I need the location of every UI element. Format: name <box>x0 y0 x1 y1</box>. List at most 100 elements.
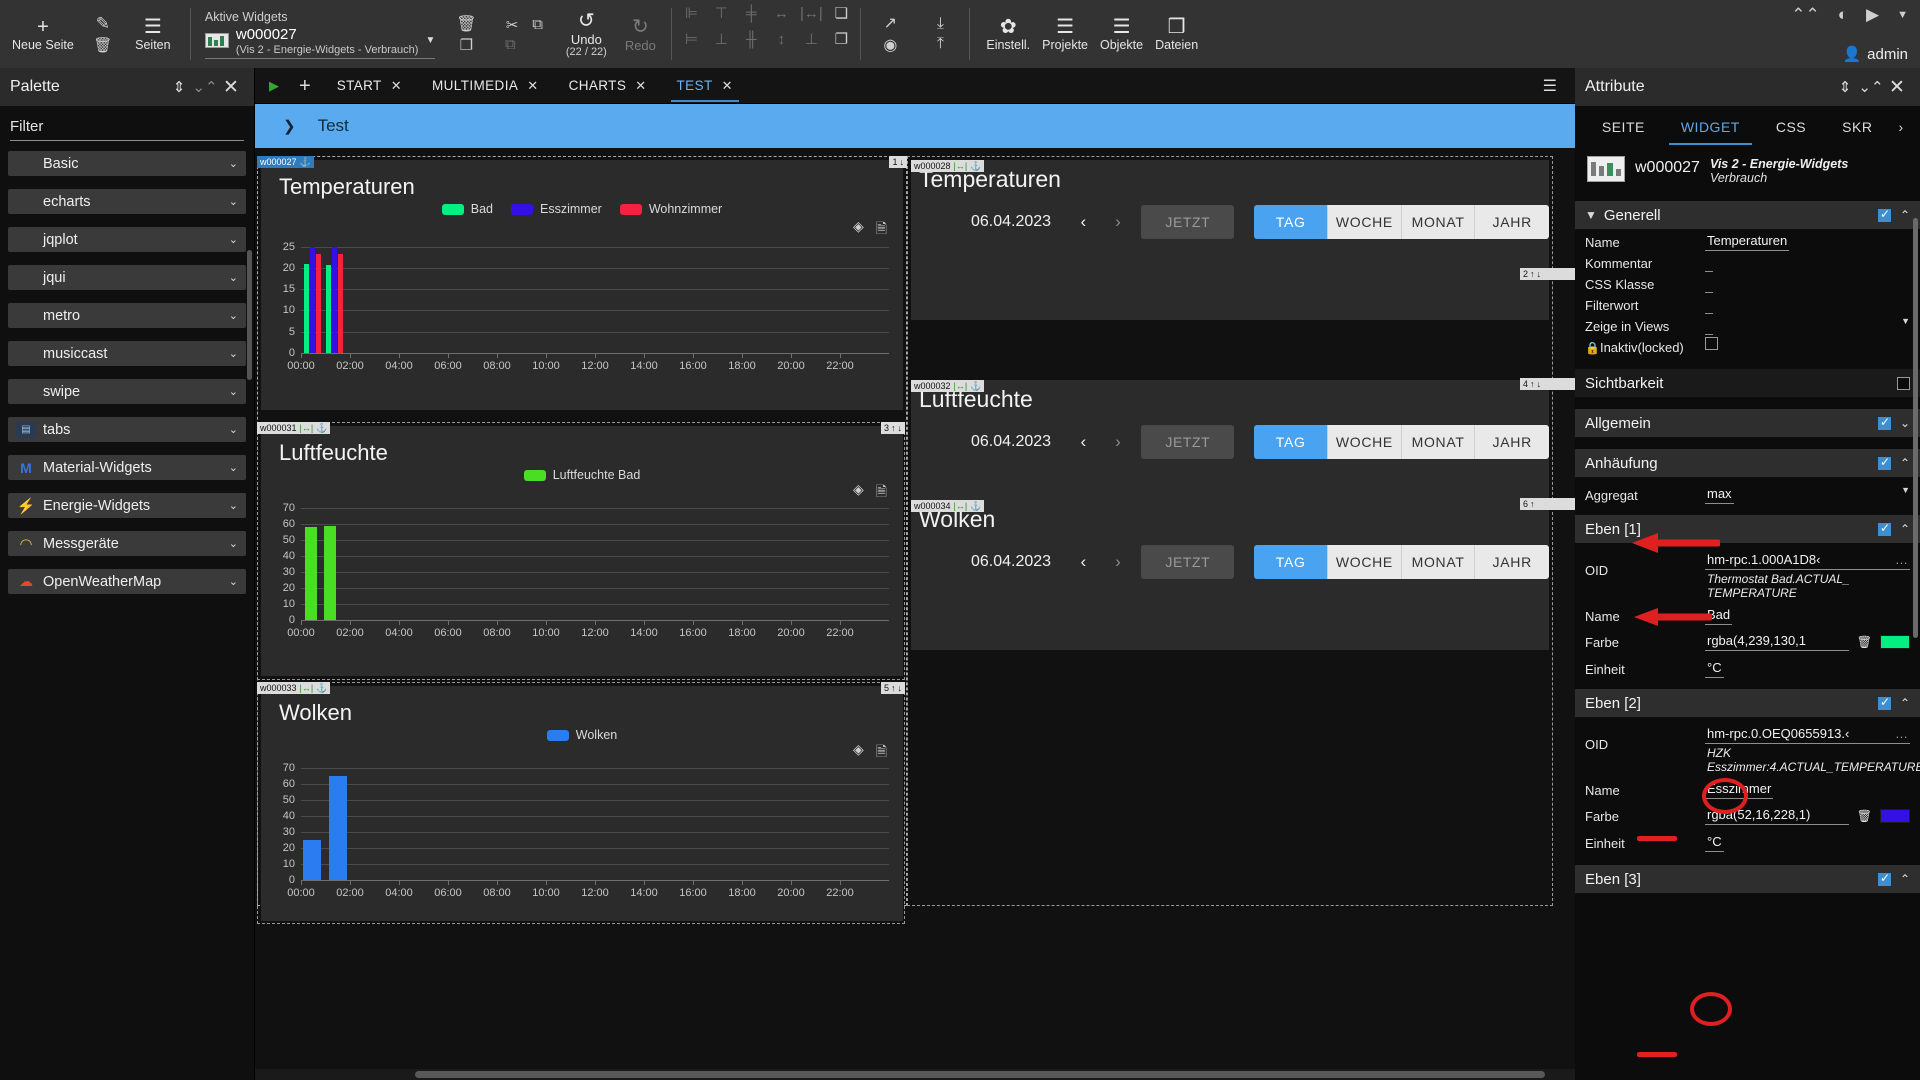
chevron-down-icon[interactable]: ▼ <box>1897 9 1908 21</box>
chevron-down-icon[interactable]: ⌄ <box>1900 416 1910 430</box>
chevron-up-icon[interactable]: ⌃ <box>1900 456 1910 470</box>
scrollbar-thumb[interactable] <box>415 1071 1545 1078</box>
filterwort-input[interactable] <box>1705 295 1713 314</box>
now-button[interactable]: JETZT <box>1141 425 1235 459</box>
color-swatch[interactable] <box>1880 634 1910 649</box>
widget-id-tag[interactable]: w000032 |↔| ⚓ <box>911 380 985 392</box>
range-jahr-button[interactable]: JAHR <box>1475 545 1549 579</box>
chevron-down-icon[interactable]: ⌄ <box>229 271 238 284</box>
palette-item-metro[interactable]: metro ⌄ <box>8 303 246 328</box>
widget-zorder-tag-w34[interactable]: 6 ↑ <box>1520 498 1575 510</box>
arrow-down-icon[interactable]: ↓ <box>900 157 905 167</box>
palette-item-openweathermap[interactable]: ☁ OpenWeatherMap ⌄ <box>8 569 246 594</box>
section-checkbox[interactable] <box>1877 207 1891 222</box>
import-icon[interactable]: ⤓ <box>937 15 944 33</box>
range-monat-button[interactable]: MONAT <box>1401 425 1476 459</box>
next-date-button[interactable]: › <box>1101 212 1136 232</box>
chevron-right-icon[interactable]: ❯ <box>283 117 296 135</box>
run-view-icon[interactable]: ▶ <box>261 78 287 94</box>
prev-date-button[interactable]: ‹ <box>1066 552 1101 572</box>
pencil-icon[interactable]: ✎ <box>96 14 110 34</box>
close-icon[interactable]: ✕ <box>527 78 538 94</box>
range-monat-button[interactable]: MONAT <box>1401 205 1476 239</box>
new-page-button[interactable]: + Neue Seite <box>6 15 80 54</box>
collapse-all-icon[interactable]: ⌄⌃ <box>192 78 218 96</box>
widget-zorder-tag[interactable]: 1 ↓ <box>889 156 907 168</box>
farbe-input[interactable]: rgba(52,16,228,1) <box>1705 806 1849 825</box>
palette-item-musiccast[interactable]: musiccast ⌄ <box>8 341 246 366</box>
widget-id-tag[interactable]: w000031 |↔| ⚓ <box>257 422 331 434</box>
widget-zorder-tag[interactable]: 3 ↑ ↓ <box>880 422 905 434</box>
range-jahr-button[interactable]: JAHR <box>1475 205 1549 239</box>
section-generell-header[interactable]: ▼ Generell ⌃ <box>1575 201 1920 229</box>
chevron-up-icon[interactable]: ⌃ <box>1900 208 1910 222</box>
section-eben-1-header[interactable]: Eben [1] ⌃ <box>1575 515 1920 543</box>
canvas-horizontal-scrollbar[interactable] <box>255 1069 1575 1080</box>
view-canvas[interactable]: ❯ Test w000027 ⚓ 1 ↓ Temperaturen ◈ 🗎 Ba… <box>255 104 1575 1080</box>
color-swatch[interactable] <box>1880 808 1910 823</box>
open-external-icon[interactable]: ↗ <box>884 13 897 33</box>
distribute-horizontal-icon[interactable]: ↔ <box>774 5 789 22</box>
chevron-down-icon[interactable]: ⌄ <box>229 537 238 550</box>
now-button[interactable]: JETZT <box>1141 205 1235 239</box>
projects-button[interactable]: ☰ Projekte <box>1036 15 1094 54</box>
range-tag-button[interactable]: TAG <box>1254 425 1329 459</box>
close-icon[interactable]: ✕ <box>218 76 244 99</box>
section-checkbox[interactable] <box>1897 376 1910 390</box>
pages-button[interactable]: ☰ Seiten <box>126 15 180 54</box>
einheit-input[interactable]: °C <box>1705 833 1724 852</box>
palette-item-basic[interactable]: Basic ⌄ <box>8 151 246 176</box>
widget-id-tag[interactable]: w000034 |↔| ⚓ <box>911 500 985 512</box>
collapse-toolbar-icon[interactable]: ⌃⌃ <box>1791 5 1820 25</box>
farbe-input[interactable]: rgba(4,239,130,1 <box>1705 632 1849 651</box>
oid-input[interactable]: hm-rpc.1.000A1D8‹ … <box>1705 551 1910 570</box>
einheit-input[interactable]: °C <box>1705 659 1724 678</box>
view-tab-multimedia[interactable]: MULTIMEDIA ✕ <box>418 68 553 104</box>
cut-icon[interactable]: ✂ <box>506 16 519 34</box>
range-woche-button[interactable]: WOCHE <box>1328 205 1402 239</box>
tab-css[interactable]: CSS <box>1758 109 1824 145</box>
widget-zorder-tag-w32[interactable]: 4 ↑ ↓ <box>1520 378 1575 390</box>
close-icon[interactable]: ✕ <box>1884 76 1910 99</box>
range-tag-button[interactable]: TAG <box>1254 545 1329 579</box>
run-icon[interactable]: ▶ <box>1866 5 1879 25</box>
objects-button[interactable]: ☰ Objekte <box>1094 15 1149 54</box>
prev-date-button[interactable]: ‹ <box>1066 212 1101 232</box>
widget-id-tag[interactable]: w000033 |↔| ⚓ <box>257 682 331 694</box>
palette-item-tabs[interactable]: ▤ tabs ⌄ <box>8 417 246 442</box>
aggregat-select[interactable]: ▼ max <box>1705 485 1910 504</box>
eben2-name-input[interactable]: Esszimmer <box>1705 780 1774 799</box>
user-menu[interactable]: 👤 admin <box>1842 45 1908 64</box>
expand-all-icon[interactable]: ⇕ <box>1832 78 1858 96</box>
palette-item-jqui[interactable]: jqui ⌄ <box>8 265 246 290</box>
view-tab-charts[interactable]: CHARTS ✕ <box>555 68 661 104</box>
oid-browse-button[interactable]: … <box>1889 726 1908 741</box>
chevron-down-icon[interactable]: ⌄ <box>229 461 238 474</box>
section-eben-2-header[interactable]: Eben [2] ⌃ <box>1575 689 1920 717</box>
chevron-up-icon[interactable]: ⌃ <box>1900 696 1910 710</box>
next-date-button[interactable]: › <box>1101 552 1136 572</box>
bring-to-front-icon[interactable]: ❏ <box>835 4 848 22</box>
collapse-all-icon[interactable]: ⌄⌃ <box>1858 78 1884 96</box>
widget-zorder-tag[interactable]: 5 ↑ ↓ <box>880 682 905 694</box>
chevron-down-icon[interactable]: ⌄ <box>229 157 238 170</box>
delete-widget-icon[interactable]: 🗑 <box>456 14 476 34</box>
range-jahr-button[interactable]: JAHR <box>1475 425 1549 459</box>
chevron-up-icon[interactable]: ⌃ <box>1900 872 1910 886</box>
palette-item-energie-widgets[interactable]: ⚡ Energie-Widgets ⌄ <box>8 493 246 518</box>
chevron-down-icon[interactable]: ⌄ <box>229 347 238 360</box>
palette-item-material-widgets[interactable]: M Material-Widgets ⌄ <box>8 455 246 480</box>
section-sichtbarkeit-header[interactable]: Sichtbarkeit <box>1575 369 1920 397</box>
settings-button[interactable]: ✿ Einstell. <box>980 15 1036 54</box>
expand-all-icon[interactable]: ⇕ <box>166 78 192 96</box>
files-button[interactable]: ❒ Dateien <box>1149 15 1204 54</box>
oid-input[interactable]: hm-rpc.0.OEQ0655913.‹ … <box>1705 725 1910 744</box>
preview-eye-icon[interactable]: ◉ <box>883 35 897 55</box>
attributes-scrollbar[interactable] <box>1913 218 1918 638</box>
chart-widget-temperaturen[interactable]: Temperaturen ◈ 🗎 Bad Esszimmer Wohnzimme… <box>261 160 903 410</box>
legend-item-bad[interactable]: Bad <box>441 202 493 216</box>
export-icon[interactable]: ⤒ <box>937 35 944 53</box>
next-date-button[interactable]: › <box>1101 432 1136 452</box>
inaktiv-locked-checkbox[interactable] <box>1705 337 1718 350</box>
widget-frame-w33[interactable]: w000033 |↔| ⚓ 5 ↑ ↓ <box>257 682 905 924</box>
